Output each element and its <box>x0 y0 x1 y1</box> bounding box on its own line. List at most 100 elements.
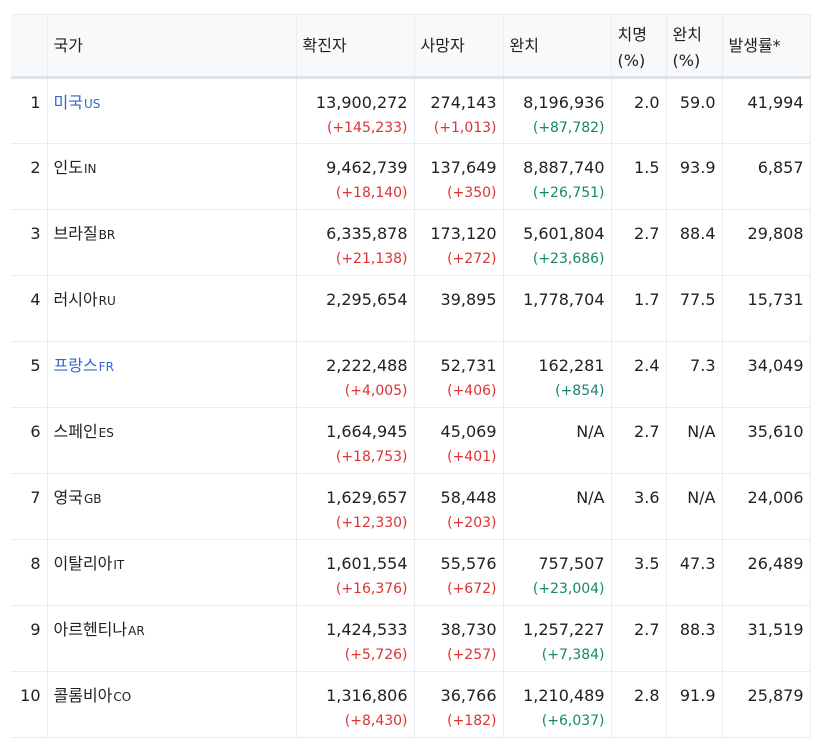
incidence-cell-value: 41,994 <box>747 93 804 112</box>
incidence-cell-value: 35,610 <box>747 422 804 441</box>
confirmed-cell-value: 2,222,488 <box>326 356 408 375</box>
header-rank <box>11 14 48 79</box>
table-row: 1 미국US 13,900,272 (+145,233) 274,143 (+1,013)… <box>11 77 811 144</box>
recovery-cell: 93.9 <box>665 143 723 210</box>
fatality-cell: 3.6 <box>610 473 667 540</box>
deaths-cell: 39,895 <box>413 275 504 342</box>
fatality-cell-value: 2.7 <box>634 620 660 639</box>
deaths-cell-delta: (+401) <box>447 449 497 465</box>
fatality-cell-value: 1.5 <box>634 158 660 177</box>
recovery-cell: 77.5 <box>665 275 723 342</box>
confirmed-cell-value: 1,664,945 <box>326 422 408 441</box>
country-name-wrap: 아르헨티나AR <box>54 620 290 641</box>
fatality-cell-value: 2.8 <box>634 686 660 705</box>
rank-cell: 8 <box>11 539 48 606</box>
incidence-cell: 24,006 <box>721 473 811 540</box>
country-code: FR <box>98 360 114 374</box>
recovered-cell-value: 162,281 <box>538 356 605 375</box>
rank-cell: 10 <box>11 671 48 738</box>
deaths-cell-delta: (+182) <box>447 713 497 729</box>
country-name-wrap: 영국GB <box>54 488 290 509</box>
country-cell[interactable]: 프랑스FR <box>46 341 297 408</box>
confirmed-cell: 1,316,806 (+8,430) <box>295 671 415 738</box>
fatality-cell: 2.7 <box>610 209 667 276</box>
country-name-wrap: 브라질BR <box>54 224 290 245</box>
recovered-cell-value: N/A <box>576 488 605 507</box>
deaths-cell-value: 36,766 <box>440 686 497 705</box>
rank-cell: 2 <box>11 143 48 210</box>
country-name-wrap: 인도IN <box>54 158 290 179</box>
rank-cell: 6 <box>11 407 48 474</box>
country-code: IN <box>83 162 97 176</box>
header-recovery-rate[interactable]: 완치 (%) <box>665 14 723 79</box>
header-recovered[interactable]: 완치 <box>502 14 612 79</box>
recovered-cell: 757,507 (+23,004) <box>502 539 612 606</box>
incidence-cell: 25,879 <box>721 671 811 738</box>
rank-number: 6 <box>30 422 41 441</box>
deaths-cell: 38,730 (+257) <box>413 605 504 672</box>
country-link[interactable]: 프랑스FR <box>54 356 290 377</box>
confirmed-cell-value: 9,462,739 <box>326 158 408 177</box>
confirmed-cell-delta: (+4,005) <box>344 383 408 399</box>
confirmed-cell-value: 1,601,554 <box>326 554 408 573</box>
table-row: 7 영국GB 1,629,657 (+12,330) 58,448 (+203) N/A 3.… <box>11 473 811 540</box>
incidence-cell-value: 15,731 <box>747 290 804 309</box>
table-body: 1 미국US 13,900,272 (+145,233) 274,143 (+1,013)… <box>11 77 811 738</box>
country-name: 러시아 <box>53 290 98 309</box>
confirmed-cell: 1,424,533 (+5,726) <box>295 605 415 672</box>
country-cell: 아르헨티나AR <box>46 605 297 672</box>
header-fatality-rate[interactable]: 치명 (%) <box>610 14 667 79</box>
deaths-cell: 58,448 (+203) <box>413 473 504 540</box>
confirmed-cell-value: 13,900,272 <box>315 93 408 112</box>
deaths-cell: 52,731 (+406) <box>413 341 504 408</box>
recovered-cell: N/A <box>502 473 612 540</box>
header-country[interactable]: 국가 <box>46 14 297 79</box>
country-cell: 스페인ES <box>46 407 297 474</box>
incidence-cell-value: 26,489 <box>747 554 804 573</box>
rank-number: 5 <box>30 356 41 375</box>
confirmed-cell: 9,462,739 (+18,140) <box>295 143 415 210</box>
deaths-cell: 137,649 (+350) <box>413 143 504 210</box>
table-header: 국가 확진자 사망자 완치 치명 (%) 완치 (%) 발생률* <box>11 14 811 79</box>
recovery-cell-value: 91.9 <box>679 686 716 705</box>
country-name[interactable]: 미국 <box>54 93 83 112</box>
deaths-cell: 173,120 (+272) <box>413 209 504 276</box>
deaths-cell-value: 274,143 <box>430 93 497 112</box>
incidence-cell: 34,049 <box>721 341 811 408</box>
country-cell: 러시아RU <box>46 275 297 342</box>
recovery-cell-value: 88.3 <box>679 620 716 639</box>
deaths-cell-delta: (+350) <box>447 185 497 201</box>
header-confirmed[interactable]: 확진자 <box>295 14 415 79</box>
recovery-cell: 59.0 <box>665 77 723 144</box>
deaths-cell: 36,766 (+182) <box>413 671 504 738</box>
rank-number: 10 <box>20 686 41 705</box>
recovered-cell-delta: (+23,686) <box>532 251 605 267</box>
fatality-cell-value: 2.0 <box>634 93 660 112</box>
rank-number: 9 <box>30 620 41 639</box>
recovery-cell: N/A <box>665 473 723 540</box>
country-name[interactable]: 프랑스 <box>54 356 98 375</box>
incidence-cell-value: 29,808 <box>747 224 804 243</box>
deaths-cell: 55,576 (+672) <box>413 539 504 606</box>
deaths-cell-value: 58,448 <box>440 488 497 507</box>
fatality-cell-value: 2.7 <box>634 422 660 441</box>
country-link[interactable]: 미국US <box>54 93 290 114</box>
confirmed-cell-value: 2,295,654 <box>326 290 408 309</box>
header-incidence[interactable]: 발생률* <box>721 14 811 79</box>
fatality-cell-value: 2.4 <box>634 356 660 375</box>
recovered-cell-delta: (+26,751) <box>532 185 605 201</box>
recovery-cell: N/A <box>665 407 723 474</box>
fatality-cell: 2.7 <box>610 605 667 672</box>
country-cell[interactable]: 미국US <box>46 77 297 144</box>
recovery-cell-value: 7.3 <box>690 356 716 375</box>
country-name: 인도 <box>53 158 83 177</box>
confirmed-cell: 13,900,272 (+145,233) <box>295 77 415 144</box>
deaths-cell-delta: (+203) <box>447 515 497 531</box>
header-deaths[interactable]: 사망자 <box>413 14 504 79</box>
fatality-cell: 2.7 <box>610 407 667 474</box>
confirmed-cell-value: 1,316,806 <box>326 686 408 705</box>
rank-cell: 3 <box>11 209 48 276</box>
incidence-cell: 6,857 <box>721 143 811 210</box>
recovered-cell-delta: (+854) <box>555 383 605 399</box>
country-name-wrap: 이탈리아IT <box>54 554 290 575</box>
